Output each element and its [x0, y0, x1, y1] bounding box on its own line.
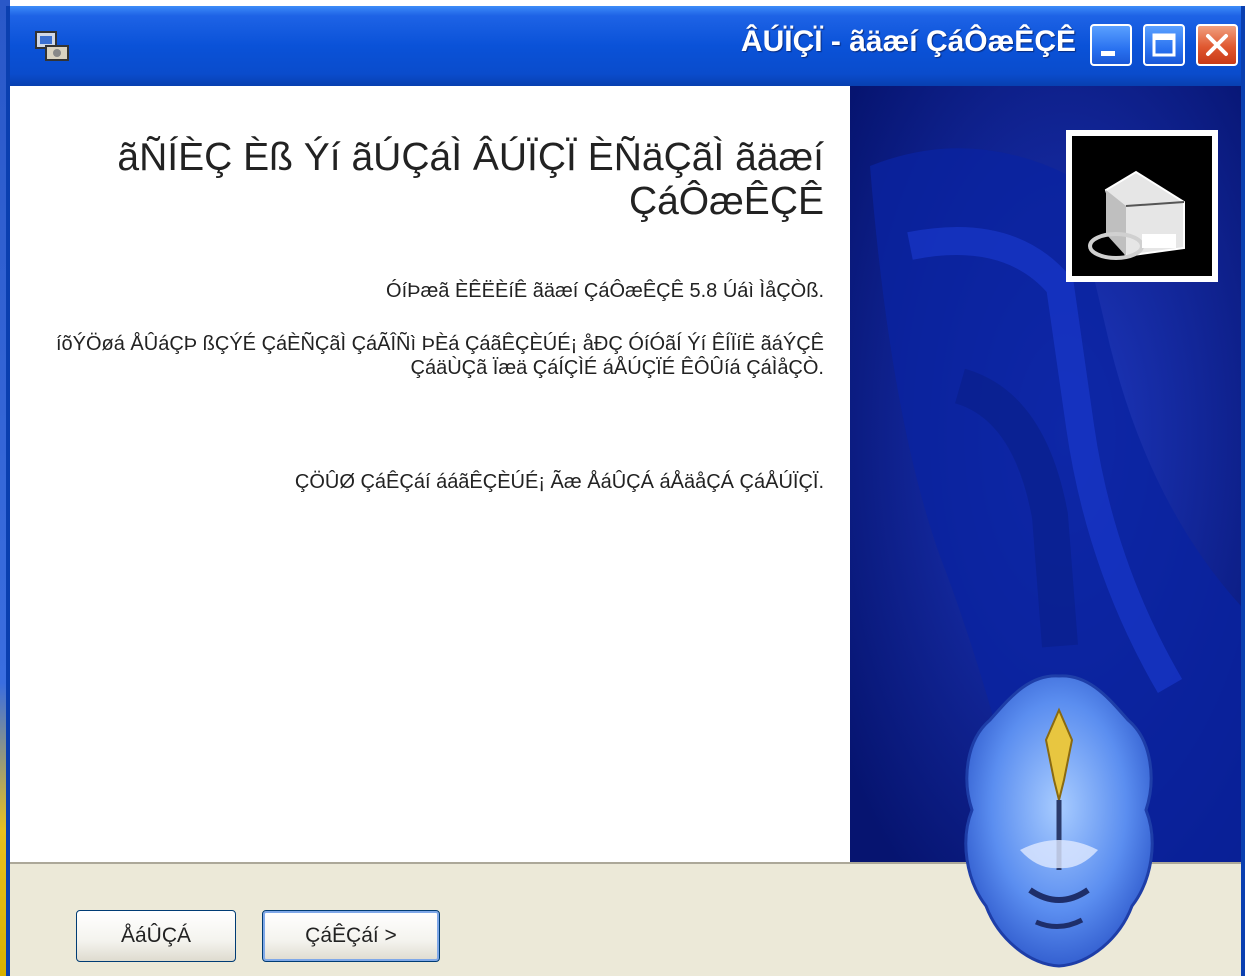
continue-instruction-text: ÇÖÛØ ÇáÊÇáí ááãÊÇÈÚÉ¡ Ãæ ÅáÛÇÁ áÅäåÇÁ Çá…	[294, 471, 824, 493]
close-apps-advice-text: íõÝÖøá ÅÛáÇÞ ßÇÝÉ ÇáÈÑÇãÌ ÇáÃÎÑì ÞÈá Çáã…	[55, 333, 824, 379]
computer-setup-icon	[1066, 130, 1218, 282]
welcome-page: ãÑÍÈÇ Èß Ýí ãÚÇáÌ ÂÚÏÇÏ ÈÑäÇãÌ ãäæí ÇáÔæ…	[10, 86, 850, 862]
university-emblem-logo	[964, 674, 1154, 968]
next-button[interactable]: ÇáÊÇáí >	[262, 910, 440, 962]
maximize-button[interactable]	[1143, 24, 1185, 66]
setup-app-icon	[35, 31, 69, 61]
minimize-button[interactable]	[1090, 24, 1132, 66]
close-icon	[1206, 34, 1228, 56]
cancel-button[interactable]: ÅáÛÇÁ	[76, 910, 236, 962]
install-info-text: ÓíÞæã ÈÊËÈíÊ ãäæí ÇáÔæÊÇÊ 5.8 Úáì ÌåÇÒß.	[386, 280, 824, 302]
maximize-icon	[1152, 33, 1176, 57]
welcome-heading: ãÑÍÈÇ Èß Ýí ãÚÇáÌ ÂÚÏÇÏ ÈÑäÇãÌ ãäæí ÇáÔæ…	[117, 136, 824, 223]
window-title: ÂÚÏÇÏ - ãäæí ÇáÔæÊÇÊ	[740, 25, 1076, 58]
close-button[interactable]	[1196, 24, 1238, 66]
minimize-icon	[1101, 51, 1115, 56]
title-bar[interactable]: ÂÚÏÇÏ - ãäæí ÇáÔæÊÇÊ	[10, 6, 1241, 86]
